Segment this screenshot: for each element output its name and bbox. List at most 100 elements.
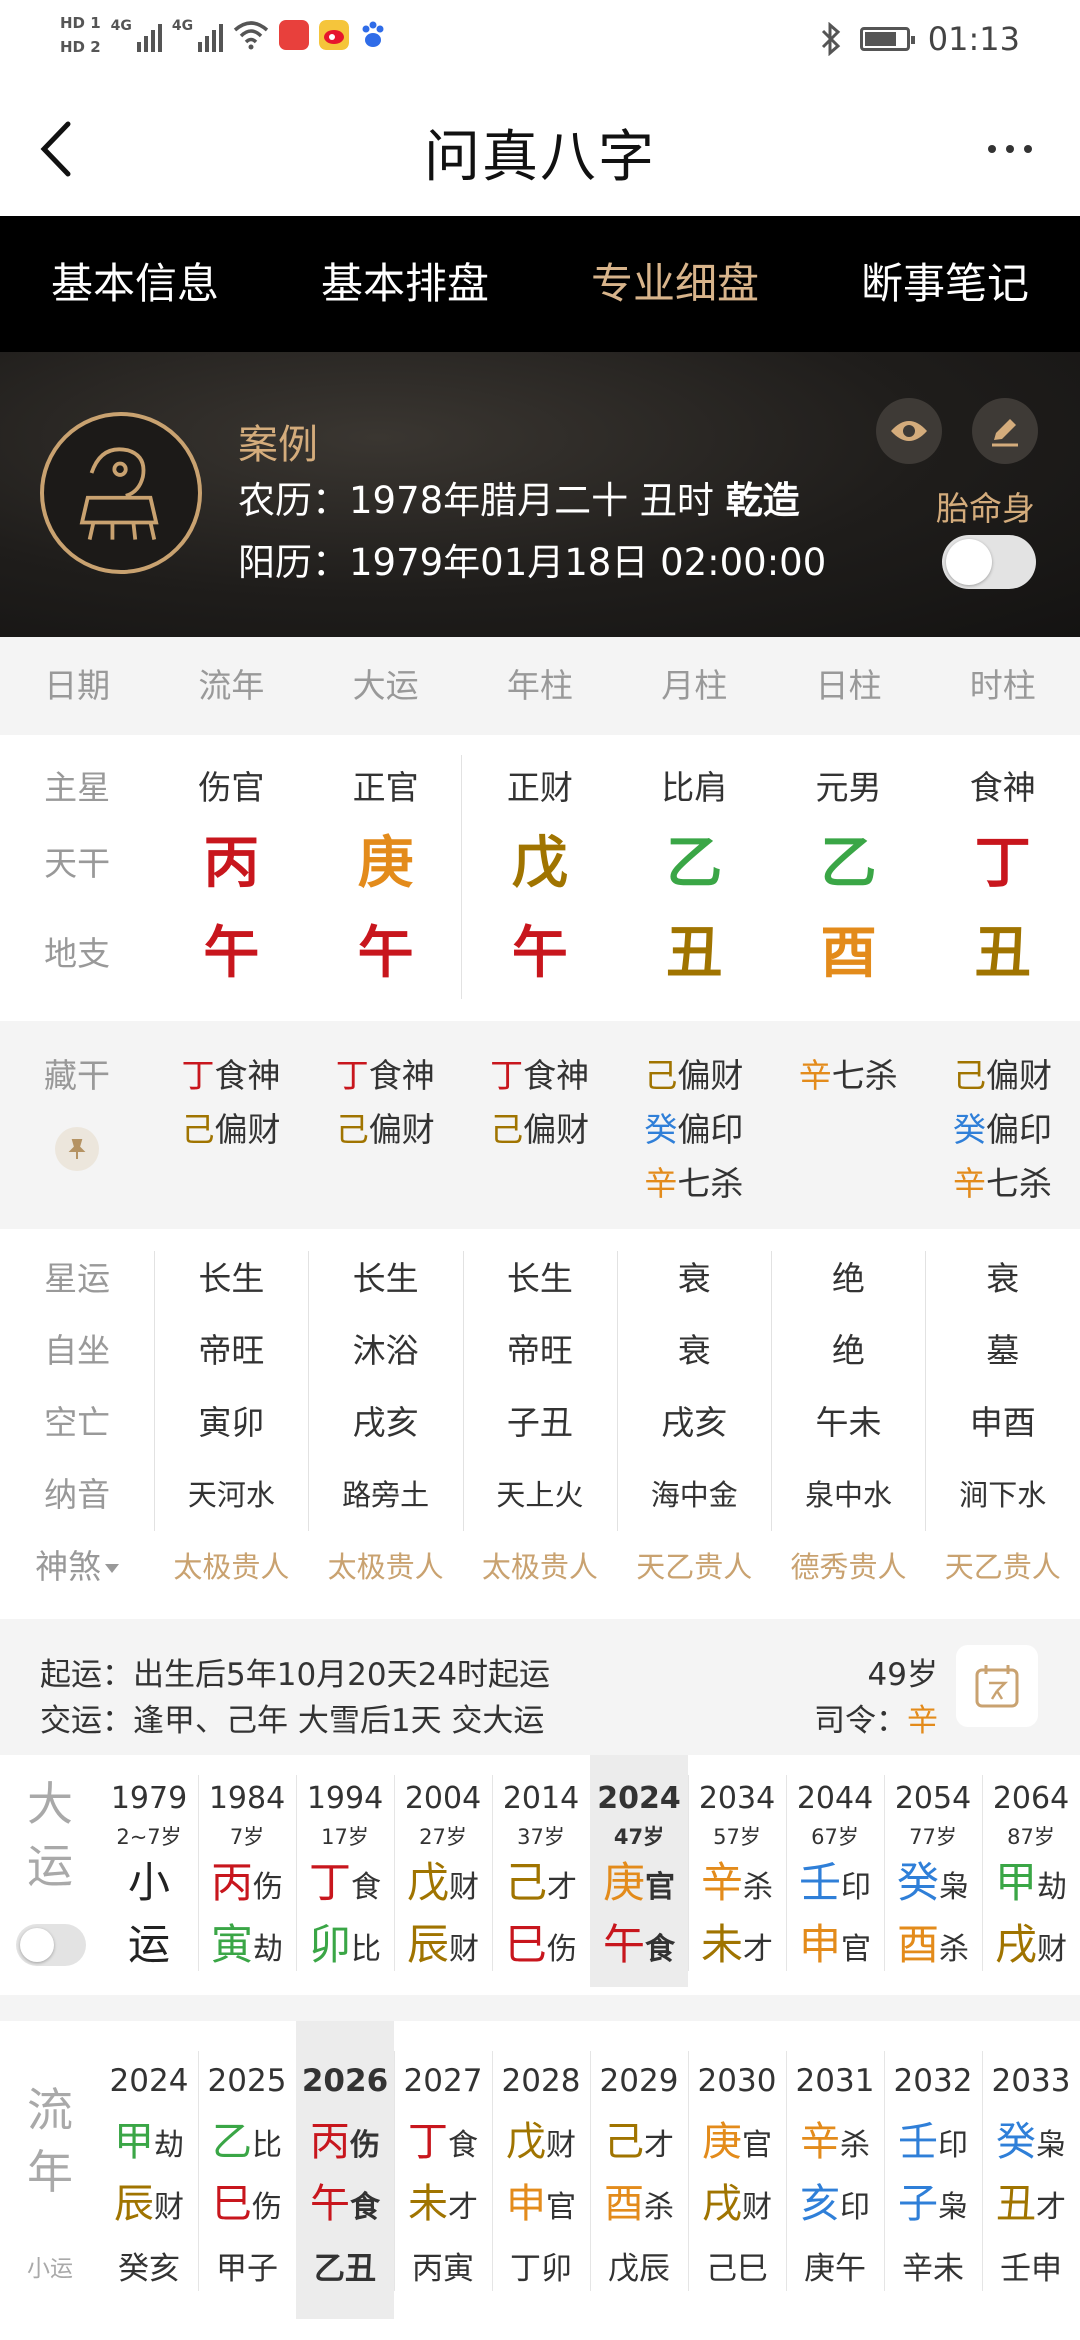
liunian-column[interactable]: 2024 甲劫 辰财 癸亥 xyxy=(100,2021,198,2319)
start-luck-section: 起运：出生后5年10月20天24时起运 交运：逢甲、己年 大雪后1天 交大运 4… xyxy=(0,1619,1080,1755)
shensha-row: 神煞 太极贵人 太极贵人 太极贵人 天乙贵人 德秀贵人 天乙贵人 xyxy=(0,1539,1080,1595)
pin-icon[interactable] xyxy=(55,1127,99,1171)
dayun-column[interactable]: 1994 17岁 丁食 卯比 xyxy=(296,1755,394,1987)
liunian-column[interactable]: 2027 丁食 未才 丙寅 xyxy=(394,2021,492,2319)
signal-1-icon: 4G xyxy=(111,18,162,52)
dayun-column[interactable]: 1979 2~7岁小运 xyxy=(100,1755,198,1987)
dayun-column[interactable]: 2024 47岁 庚官 午食 xyxy=(590,1755,688,1987)
dayun-column[interactable]: 2034 57岁 辛杀 未才 xyxy=(688,1755,786,1987)
dayun-branch: 寅劫 xyxy=(210,1920,283,1969)
current-age: 49岁 xyxy=(867,1657,938,1693)
stem-cell: 丁 xyxy=(974,831,1031,896)
stem-cell: 乙 xyxy=(666,831,723,896)
liunian-column[interactable]: 2033 癸枭 丑才 壬申 xyxy=(982,2021,1080,2319)
liunian-branch: 未才 xyxy=(408,2181,478,2227)
pushpin-icon xyxy=(68,1139,86,1159)
liunian-column[interactable]: 2030 庚官 戌财 己巳 xyxy=(688,2021,786,2319)
col-liunian: 流年 xyxy=(198,666,265,705)
dayun-column[interactable]: 2064 87岁 甲劫 戌财 xyxy=(982,1755,1080,1987)
qiyun-text: 起运：出生后5年10月20天24时起运 xyxy=(40,1657,551,1693)
xiaoyun-ganzhi: 己巳 xyxy=(706,2251,768,2287)
branch-cell: 午 xyxy=(511,921,568,986)
solar-date: 阳历：1979年01月18日 02:00:00 xyxy=(238,541,827,584)
col-hour-pillar: 时柱 xyxy=(969,666,1036,705)
tab-pro-detail[interactable]: 专业细盘 xyxy=(540,216,810,352)
branch-cell: 午 xyxy=(357,921,414,986)
liunian-year: 2030 xyxy=(697,2063,777,2099)
dayun-section: 大 运 1979 2~7岁小运 1984 7岁 丙伤 寅劫 1994 17岁 丁食 卯比 2004 2… xyxy=(0,1755,1080,1995)
dayun-age: 37岁 xyxy=(517,1825,565,1849)
liunian-year: 2029 xyxy=(599,2063,679,2099)
liunian-column[interactable]: 2031 辛杀 亥印 庚午 xyxy=(786,2021,884,2319)
tab-notes[interactable]: 断事笔记 xyxy=(810,216,1080,352)
dayun-column[interactable]: 2044 67岁 壬印 申官 xyxy=(786,1755,884,1987)
taimingshen-toggle[interactable] xyxy=(942,535,1036,589)
liunian-column[interactable]: 2026 丙伤 午食 乙丑 xyxy=(296,2021,394,2319)
status-bar: HD 1 HD 2 4G 4G 01:13 xyxy=(0,0,1080,84)
battery-icon xyxy=(859,27,915,51)
hidden-stem-column: 己偏财 癸偏印 辛七杀 xyxy=(926,1049,1080,1211)
dayun-stem: 丁食 xyxy=(308,1858,381,1907)
liunian-branch: 子枭 xyxy=(898,2181,968,2227)
xiaoyun-toggle[interactable] xyxy=(16,1924,86,1966)
shensha-dropdown[interactable]: 神煞 xyxy=(0,1539,154,1595)
liunian-column[interactable]: 2028 戊财 申官 丁卯 xyxy=(492,2021,590,2319)
eye-icon xyxy=(891,421,927,441)
today-calendar-button[interactable] xyxy=(956,1645,1038,1727)
main-star-row: 主星 伤官 正官 正财 比肩 元男 食神 xyxy=(44,768,1036,807)
hd2-label: HD 2 xyxy=(60,38,101,56)
dayun-year: 2044 xyxy=(796,1781,874,1816)
liunian-column[interactable]: 2029 己才 酉杀 戊辰 xyxy=(590,2021,688,2319)
liunian-stem: 壬印 xyxy=(898,2119,968,2165)
bluetooth-icon xyxy=(821,22,840,56)
hidden-stem-column: 丁食神 己偏财 xyxy=(154,1049,308,1157)
liunian-year: 2027 xyxy=(403,2063,483,2099)
view-eye-button[interactable] xyxy=(876,398,942,464)
stem-cell: 庚 xyxy=(357,831,414,896)
tab-bar: 基本信息 基本排盘 专业细盘 断事笔记 xyxy=(0,216,1080,352)
dayun-column[interactable]: 2014 37岁 己才 巳伤 xyxy=(492,1755,590,1987)
gender-type: 乾造 xyxy=(725,479,800,522)
dayun-branch: 酉杀 xyxy=(896,1920,969,1969)
liunian-branch: 申官 xyxy=(506,2181,576,2227)
liunian-stem: 庚官 xyxy=(702,2119,772,2165)
hidden-stem-entry: 己偏财 xyxy=(181,1110,281,1149)
liunian-branch: 丑才 xyxy=(996,2181,1066,2227)
hidden-stem-column: 辛七杀 xyxy=(771,1049,925,1103)
edit-button[interactable] xyxy=(972,398,1038,464)
baidu-icon xyxy=(362,21,384,47)
tab-basic-chart[interactable]: 基本排盘 xyxy=(270,216,540,352)
xiaoyun-ganzhi: 乙丑 xyxy=(314,2251,376,2287)
signal-2-icon: 4G xyxy=(172,18,224,52)
lunar-date: 农历：1978年腊月二十 丑时 乾造 xyxy=(238,479,800,522)
dayun-age: 67岁 xyxy=(811,1825,859,1849)
liunian-branch: 酉杀 xyxy=(604,2181,674,2227)
dayun-branch: 午食 xyxy=(602,1920,675,1969)
liunian-stem: 乙比 xyxy=(212,2119,282,2165)
dayun-year: 1994 xyxy=(306,1781,384,1816)
liunian-column[interactable]: 2032 壬印 子枭 辛未 xyxy=(884,2021,982,2319)
dayun-column[interactable]: 2054 77岁 癸枭 酉杀 xyxy=(884,1755,982,1987)
hidden-stem-entry: 丁食神 xyxy=(181,1056,281,1095)
liunian-stem: 辛杀 xyxy=(800,2119,870,2165)
liunian-stem: 丙伤 xyxy=(310,2119,380,2165)
xiaoyun-ganzhi: 丁卯 xyxy=(510,2251,572,2287)
liunian-column[interactable]: 2025 乙比 巳伤 甲子 xyxy=(198,2021,296,2319)
status-time: 01:13 xyxy=(927,20,1020,58)
xiaoyun-ganzhi: 癸亥 xyxy=(118,2251,180,2287)
more-options-icon[interactable] xyxy=(980,134,1040,164)
hidden-stem-entry: 己偏财 xyxy=(953,1056,1052,1095)
hidden-stems-label: 藏干 xyxy=(44,1056,110,1095)
liunian-title-2: 年 xyxy=(27,2145,73,2199)
dayun-age: 47岁 xyxy=(613,1825,665,1849)
dayun-age: 2~7岁 xyxy=(116,1825,182,1849)
dayun-column[interactable]: 1984 7岁 丙伤 寅劫 xyxy=(198,1755,296,1987)
branch-cell: 丑 xyxy=(974,921,1031,986)
hidden-stem-column: 己偏财 癸偏印 辛七杀 xyxy=(617,1049,771,1211)
hidden-stems-section: 藏干 丁食神 己偏财 丁食神 己偏财 丁食神 己偏财 己偏财 癸偏印 辛七杀 辛七杀 己偏财 癸偏印辛… xyxy=(0,1021,1080,1229)
tab-basic-info[interactable]: 基本信息 xyxy=(0,216,270,352)
dayun-age: 27岁 xyxy=(419,1825,467,1849)
dayun-column[interactable]: 2004 27岁 戊财 辰财 xyxy=(394,1755,492,1987)
dayun-year: 2034 xyxy=(698,1781,776,1816)
liunian-branch: 辰财 xyxy=(114,2181,184,2227)
